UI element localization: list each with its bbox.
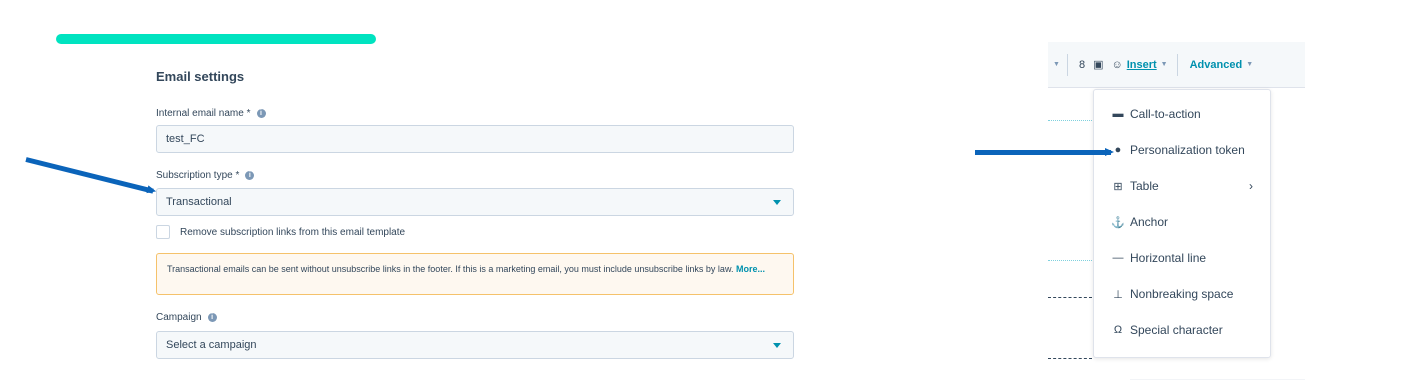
- emoji-icon[interactable]: ☺: [1111, 59, 1122, 71]
- decorative-highlight-bar: [56, 34, 376, 44]
- chevron-down-icon[interactable]: ▼: [1053, 61, 1060, 68]
- insert-dropdown-menu: ▬ Call-to-action ● Personalization token…: [1093, 89, 1271, 358]
- remove-links-checkbox[interactable]: [156, 225, 170, 239]
- horizontal-line-icon: —: [1112, 252, 1124, 264]
- remove-links-option[interactable]: Remove subscription links from this emai…: [156, 225, 405, 239]
- internal-name-input[interactable]: test_FC: [156, 125, 794, 153]
- annotation-arrow-right: [975, 148, 1114, 156]
- editor-guide-line: [1048, 120, 1092, 121]
- menu-item-table[interactable]: ⊞ Table ›: [1111, 176, 1261, 196]
- annotation-arrow-left: [25, 157, 154, 194]
- transactional-notice: Transactional emails can be sent without…: [156, 253, 794, 295]
- nonbreaking-space-icon: ⊥: [1113, 288, 1123, 301]
- chevron-down-icon[interactable]: ▼: [1246, 61, 1253, 68]
- notice-text: Transactional emails can be sent without…: [167, 264, 734, 274]
- menu-item-nonbreaking-space[interactable]: ⊥ Nonbreaking space: [1111, 284, 1261, 304]
- link-icon[interactable]: 8: [1079, 59, 1085, 71]
- internal-name-label: Internal email name * i: [156, 108, 266, 119]
- menu-item-personalization-token[interactable]: ● Personalization token: [1111, 140, 1261, 160]
- insert-menu-button[interactable]: Insert: [1127, 59, 1157, 71]
- menu-item-anchor[interactable]: ⚓ Anchor: [1111, 212, 1261, 232]
- menu-item-horizontal-line[interactable]: — Horizontal line: [1111, 248, 1261, 268]
- campaign-label: Campaign i: [156, 312, 217, 323]
- advanced-menu-button[interactable]: Advanced: [1190, 59, 1243, 71]
- subscription-type-label: Subscription type * i: [156, 170, 255, 181]
- chevron-right-icon: ›: [1249, 179, 1253, 193]
- table-icon: ⊞: [1113, 180, 1123, 193]
- remove-links-label: Remove subscription links from this emai…: [180, 226, 406, 238]
- campaign-select[interactable]: Select a campaign: [156, 331, 794, 359]
- toolbar-divider: [1066, 53, 1068, 76]
- editor-guide-line: [1048, 358, 1092, 359]
- menu-item-call-to-action[interactable]: ▬ Call-to-action: [1111, 104, 1261, 124]
- editor-guide-line: [1048, 297, 1092, 298]
- more-link[interactable]: More...: [736, 264, 765, 274]
- dropdown-caret-icon: [773, 343, 781, 348]
- info-icon[interactable]: i: [245, 171, 255, 180]
- section-title: Email settings: [156, 69, 245, 84]
- subscription-type-select[interactable]: Transactional: [156, 188, 794, 216]
- info-icon[interactable]: i: [207, 313, 217, 322]
- anchor-icon: ⚓: [1111, 216, 1125, 229]
- info-icon[interactable]: i: [256, 109, 266, 118]
- dropdown-caret-icon: [773, 200, 781, 205]
- editor-toolbar: ▼ 8 ▣ ☺ Insert ▼ Advanced ▼: [1048, 42, 1305, 88]
- cta-icon: ▬: [1112, 108, 1124, 120]
- image-icon[interactable]: ▣: [1093, 58, 1103, 71]
- toolbar-divider: [1176, 53, 1178, 76]
- editor-guide-line: [1048, 260, 1092, 261]
- chevron-down-icon[interactable]: ▼: [1161, 61, 1168, 68]
- menu-item-special-character[interactable]: Ω Special character: [1111, 320, 1261, 340]
- omega-icon: Ω: [1113, 324, 1123, 336]
